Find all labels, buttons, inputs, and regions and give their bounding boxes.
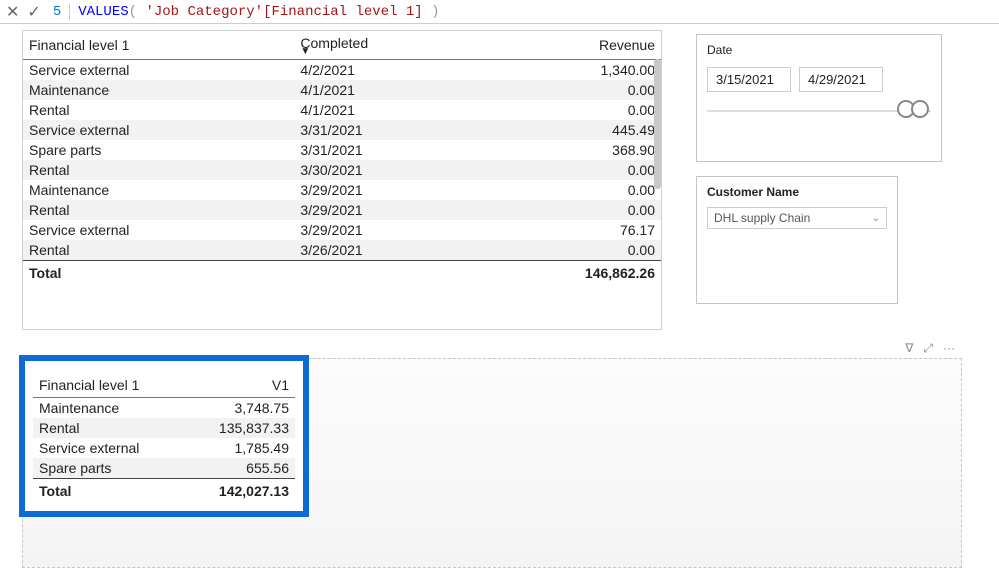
cell-completed: 3/29/2021 [294, 180, 475, 200]
table-row[interactable]: Spare parts3/31/2021368.90 [23, 140, 661, 160]
scrollbar-thumb[interactable] [654, 59, 661, 189]
col-header-financial-level[interactable]: Financial level 1 [23, 31, 294, 60]
report-canvas: Financial level 1 Completed ▼ Revenue Se… [0, 24, 999, 564]
table-row[interactable]: Service external4/2/20211,340.00 [23, 60, 661, 81]
table-row[interactable]: Rental3/26/20210.00 [23, 240, 661, 261]
table-row[interactable]: Maintenance3,748.75 [33, 398, 295, 419]
date-end-input[interactable]: 4/29/2021 [799, 67, 883, 92]
customer-slicer-title: Customer Name [707, 185, 887, 199]
table-row[interactable]: Maintenance3/29/20210.00 [23, 180, 661, 200]
date-start-input[interactable]: 3/15/2021 [707, 67, 791, 92]
cell-completed: 3/31/2021 [294, 140, 475, 160]
cell-completed: 4/1/2021 [294, 80, 475, 100]
col-header-completed[interactable]: Completed ▼ [294, 31, 475, 60]
cell-revenue: 368.90 [475, 140, 661, 160]
table-row[interactable]: Rental4/1/20210.00 [23, 100, 661, 120]
cell-completed: 4/1/2021 [294, 100, 475, 120]
cell-completed: 3/29/2021 [294, 200, 475, 220]
cell-fin: Rental [23, 200, 294, 220]
cell-revenue: 445.49 [475, 120, 661, 140]
cell-revenue: 0.00 [475, 200, 661, 220]
table-row[interactable]: Service external3/31/2021445.49 [23, 120, 661, 140]
total-label: Total [33, 479, 163, 504]
cell-fin: Maintenance [33, 398, 163, 419]
commit-formula-icon[interactable]: ✓ [27, 2, 40, 22]
cell-v1: 1,785.49 [163, 438, 295, 458]
col-header-revenue[interactable]: Revenue [475, 31, 661, 60]
cell-revenue: 0.00 [475, 80, 661, 100]
cell-v1: 655.56 [163, 458, 295, 479]
cell-revenue: 1,340.00 [475, 60, 661, 81]
date-slider-track[interactable] [707, 110, 931, 112]
cell-fin: Rental [33, 418, 163, 438]
visual-toolbar: ∇ ⤢ ··· [905, 341, 955, 356]
customer-dropdown[interactable]: DHL supply Chain ⌄ [707, 207, 887, 229]
cell-fin: Maintenance [23, 80, 294, 100]
cancel-formula-icon[interactable]: ✕ [6, 2, 19, 22]
more-options-icon[interactable]: ··· [943, 341, 955, 356]
cell-completed: 4/2/2021 [294, 60, 475, 81]
col-header-financial-level[interactable]: Financial level 1 [33, 373, 163, 398]
focus-mode-icon[interactable]: ⤢ [923, 341, 933, 356]
slider-handle-end[interactable] [911, 100, 929, 118]
table-row[interactable]: Service external3/29/202176.17 [23, 220, 661, 240]
table-row[interactable]: Service external1,785.49 [33, 438, 295, 458]
chevron-down-icon: ⌄ [872, 213, 880, 224]
summary-visual-container[interactable]: ∇ ⤢ ··· Financial level 1 V1 Maintenance… [22, 358, 962, 568]
details-table: Financial level 1 Completed ▼ Revenue Se… [23, 31, 661, 285]
formula-line-number: 5 [53, 4, 70, 20]
cell-fin: Rental [23, 160, 294, 180]
cell-revenue: 0.00 [475, 180, 661, 200]
total-value: 146,862.26 [475, 261, 661, 286]
date-slicer-title: Date [707, 43, 931, 57]
table-row[interactable]: Rental3/30/20210.00 [23, 160, 661, 180]
cell-revenue: 0.00 [475, 100, 661, 120]
details-body: Service external4/2/20211,340.00Maintena… [23, 60, 661, 261]
cell-revenue: 0.00 [475, 240, 661, 261]
customer-selected: DHL supply Chain [714, 211, 810, 225]
formula-code[interactable]: VALUES( 'Job Category'[Financial level 1… [78, 4, 439, 20]
cell-completed: 3/31/2021 [294, 120, 475, 140]
cell-completed: 3/30/2021 [294, 160, 475, 180]
table-row[interactable]: Rental135,837.33 [33, 418, 295, 438]
table-row[interactable]: Rental3/29/20210.00 [23, 200, 661, 220]
cell-completed: 3/26/2021 [294, 240, 475, 261]
total-label: Total [23, 261, 294, 286]
cell-fin: Service external [23, 220, 294, 240]
filter-icon[interactable]: ∇ [905, 341, 913, 356]
cell-fin: Spare parts [33, 458, 163, 479]
cell-completed: 3/29/2021 [294, 220, 475, 240]
date-slicer[interactable]: Date 3/15/2021 4/29/2021 [696, 34, 942, 162]
cell-revenue: 76.17 [475, 220, 661, 240]
cell-revenue: 0.00 [475, 160, 661, 180]
cell-fin: Rental [23, 240, 294, 261]
formula-bar: ✕ ✓ 5 VALUES( 'Job Category'[Financial l… [0, 0, 999, 24]
cell-fin: Maintenance [23, 180, 294, 200]
cell-v1: 3,748.75 [163, 398, 295, 419]
cell-fin: Service external [23, 120, 294, 140]
customer-slicer[interactable]: Customer Name DHL supply Chain ⌄ [696, 176, 898, 304]
table-visual-details[interactable]: Financial level 1 Completed ▼ Revenue Se… [22, 30, 662, 330]
cell-fin: Service external [23, 60, 294, 81]
cell-v1: 135,837.33 [163, 418, 295, 438]
summary-table-highlight: Financial level 1 V1 Maintenance3,748.75… [19, 355, 309, 517]
summary-table: Financial level 1 V1 Maintenance3,748.75… [33, 373, 295, 503]
table-row[interactable]: Spare parts655.56 [33, 458, 295, 479]
cell-fin: Service external [33, 438, 163, 458]
col-header-v1[interactable]: V1 [163, 373, 295, 398]
cell-fin: Rental [23, 100, 294, 120]
total-value: 142,027.13 [163, 479, 295, 504]
cell-fin: Spare parts [23, 140, 294, 160]
table-row[interactable]: Maintenance4/1/20210.00 [23, 80, 661, 100]
